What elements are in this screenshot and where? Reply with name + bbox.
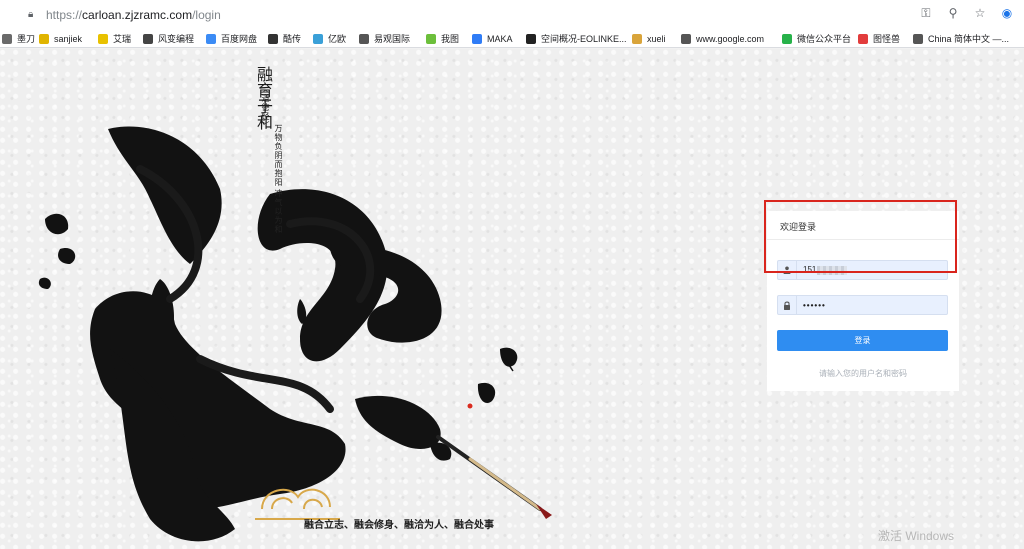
password-value: •••••• (803, 300, 826, 310)
annotation-highlight-box (764, 200, 957, 273)
bookmark-item[interactable]: xueli (632, 29, 666, 47)
bookmark-item[interactable]: MAKA (472, 29, 513, 47)
leaf-icon (426, 33, 436, 44)
iresearch-icon (98, 33, 108, 44)
tuguaishou-icon (858, 33, 868, 44)
bookmark-label: 风变编程 (158, 34, 195, 44)
brush-icon (436, 435, 552, 519)
login-hint: 请输入您的用户名和密码 (819, 369, 907, 378)
bookmark-label: www.google.com (696, 33, 765, 44)
panda-icon (143, 33, 153, 44)
bookmark-label: 易观国际 (374, 34, 411, 44)
password-field[interactable]: •••••• (777, 295, 948, 315)
kuchuan-icon (268, 33, 278, 44)
bookmark-label: MAKA (487, 33, 513, 44)
bookmark-label: 空间概况-EOLINKE... (541, 34, 627, 44)
modao-icon (2, 33, 12, 44)
bookmark-label: China 简体中文 —... (928, 34, 1010, 44)
bookmark-item[interactable]: 亿欧 (313, 29, 347, 47)
address-bar-actions: ⚿ ⚲ ☆ ◉ (919, 6, 1014, 21)
wechat-icon (782, 33, 792, 44)
bookmark-label: 百度网盘 (221, 34, 258, 44)
xueli-icon (632, 33, 642, 44)
globe-icon (681, 33, 691, 44)
bookmark-item[interactable]: 酷传 (268, 29, 302, 47)
ink-calligraphy-artwork (38, 126, 552, 542)
url-field[interactable]: https://carloan.zjzramc.com/login (46, 8, 221, 22)
poem-book: 〈道德经〉 (261, 85, 270, 130)
bookmark-label: xueli (647, 33, 666, 44)
bookmark-label: 酷传 (283, 34, 302, 44)
bookmark-item[interactable]: 微信公众平台 (782, 29, 852, 47)
url-host: carloan.zjzramc.com (82, 7, 193, 22)
bookmark-item[interactable]: 百度网盘 (206, 29, 258, 47)
bookmark-item[interactable]: 墨刀 (2, 29, 36, 47)
bookmark-item[interactable]: sanjiek (39, 29, 83, 47)
bookmark-item[interactable]: 风变编程 (143, 29, 195, 47)
lock-icon (778, 296, 797, 314)
url-prefix: https:// (46, 7, 83, 22)
bookmarks-bar: 墨刀 sanjiek 艾瑞 风变编程 百度网盘 酷传 亿欧 易观国际 我图 MAKA 空间概况-EO… (0, 29, 1024, 48)
bookmark-item[interactable]: 艾瑞 (98, 29, 132, 47)
poem-line-2: 冲气以为和 (274, 189, 283, 234)
koi-fish (467, 347, 518, 409)
slogan-text: 融合立志、融会修身、融洽为人、融合处事 (304, 520, 494, 531)
bookmark-item[interactable]: 我图 (426, 29, 460, 47)
globe-icon (359, 33, 369, 44)
bookmark-item[interactable]: China 简体中文 —... (913, 29, 1010, 47)
address-bar: 🔒︎ https://carloan.zjzramc.com/login ⚿ ⚲… (0, 0, 1024, 29)
lock-icon[interactable]: 🔒︎ (28, 9, 38, 20)
crown-icon (39, 33, 49, 44)
bookmark-item[interactable]: 易观国际 (359, 29, 411, 47)
login-page: 融育于和 〈道德经〉 万物负阴而抱阳 冲气以为和 融合立志、融会修身、融洽为人、… (0, 49, 1024, 549)
bookmark-label: 我图 (441, 34, 460, 44)
bookmark-item[interactable]: 图怪兽 (858, 29, 901, 47)
yiou-icon (313, 33, 323, 44)
bookmark-label: 艾瑞 (113, 34, 132, 44)
extension-icon[interactable]: ◉ (1000, 6, 1014, 21)
url-path: /login (192, 7, 221, 22)
zoom-icon[interactable]: ⚲ (946, 6, 960, 21)
bookmark-label: 微信公众平台 (797, 34, 852, 44)
poem-line-1: 万物负阴而抱阳 (274, 124, 283, 187)
star-icon[interactable]: ☆ (973, 6, 987, 21)
eolinker-icon (526, 33, 536, 44)
maka-icon (472, 33, 482, 44)
bookmark-item[interactable]: 空间概况-EOLINKE... (526, 29, 627, 47)
bookmark-label: 墨刀 (17, 34, 36, 44)
bookmark-item[interactable]: www.google.com (681, 29, 765, 47)
wordpress-icon (913, 33, 923, 44)
bookmark-label: 图怪兽 (873, 34, 901, 44)
login-button[interactable]: 登录 (777, 330, 948, 351)
baidu-pan-icon (206, 33, 216, 44)
key-icon[interactable]: ⚿ (919, 6, 933, 21)
bookmark-label: 亿欧 (328, 34, 347, 44)
windows-activation-watermark: 激活 Windows (878, 529, 955, 543)
bookmark-label: sanjiek (54, 33, 83, 44)
